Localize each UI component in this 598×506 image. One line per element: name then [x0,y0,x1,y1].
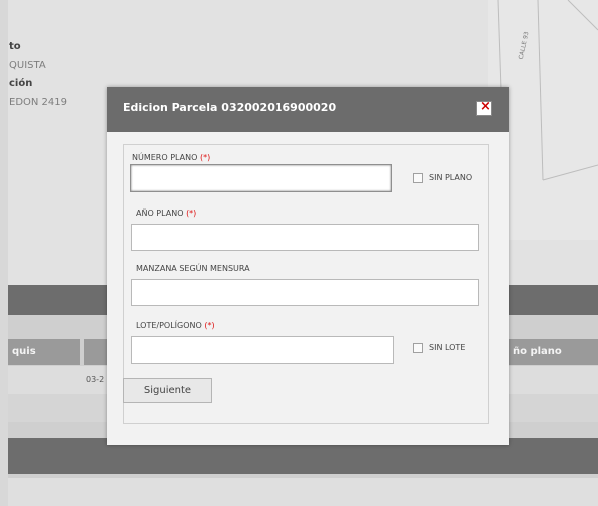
lote-required: (*) [204,321,215,330]
anio-plano-label: AÑO PLANO (*) [136,209,196,218]
sin-lote-checkbox[interactable] [413,343,423,353]
table-header-left: quis [8,339,80,365]
lote-label-text: LOTE/POLÍGONO [136,321,202,330]
dialog-title: Edicion Parcela 032002016900020 [123,101,337,114]
sin-plano-label: SIN PLANO [429,173,473,182]
close-icon[interactable] [476,99,492,116]
numero-plano-input[interactable] [130,164,392,192]
anio-plano-required: (*) [186,209,197,218]
info-line-2: QUISTA [9,60,46,71]
table-cell: 03-2 [86,375,105,384]
manzana-input[interactable] [131,279,479,306]
edit-parcel-dialog: Edicion Parcela 032002016900020 NÚMERO P… [107,87,509,445]
lote-label: LOTE/POLÍGONO (*) [136,321,215,330]
lote-input[interactable] [131,336,394,364]
numero-plano-label: NÚMERO PLANO (*) [132,153,210,162]
info-line-4: EDON 2419 [9,97,67,108]
anio-plano-label-text: AÑO PLANO [136,209,184,218]
table-header-left-text: quis [12,346,36,357]
numero-plano-required: (*) [199,153,211,162]
table-header-right: ño plano [509,339,598,365]
manzana-label: MANZANA SEGÚN MENSURA [136,264,250,273]
info-line-3: ción [9,78,33,89]
anio-plano-input[interactable] [131,224,479,251]
sin-plano-checkbox[interactable] [413,173,423,183]
sin-lote-label: SIN LOTE [429,343,466,352]
table-header-right-text: ño plano [513,346,562,357]
info-line-1: to [9,41,21,52]
siguiente-button[interactable]: Siguiente [123,378,212,403]
bottom-panel [8,478,598,506]
dialog-title-bar: Edicion Parcela 032002016900020 [107,87,509,132]
left-frame [0,0,8,506]
numero-plano-label-text: NÚMERO PLANO [132,153,198,162]
